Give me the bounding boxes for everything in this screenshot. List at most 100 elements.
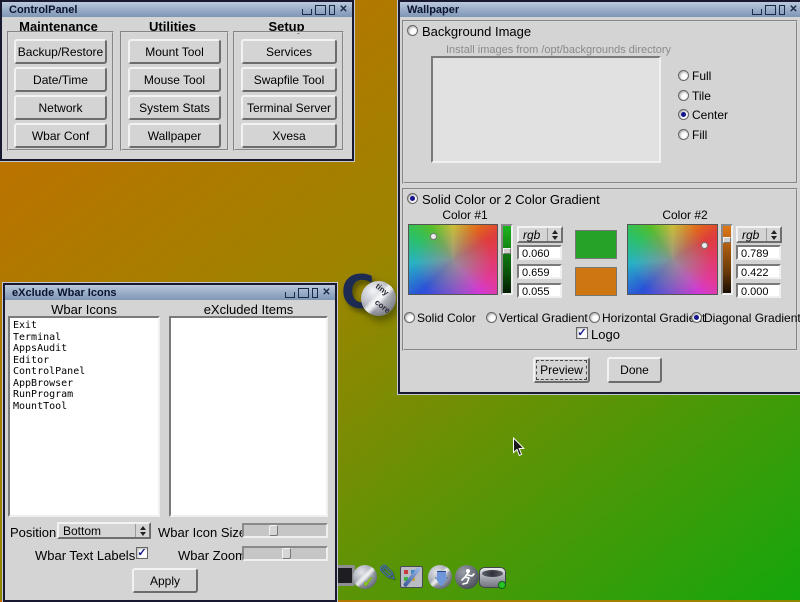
color1-marker[interactable] (430, 233, 437, 240)
color1-b-field[interactable]: 0.055 (517, 283, 562, 298)
dock-icon-appbrowser[interactable] (428, 565, 454, 593)
mode-tile-label: Tile (692, 89, 711, 103)
mouse-cursor (512, 437, 525, 457)
install-hint: Install images from /opt/backgrounds dir… (446, 44, 671, 56)
mount-tool-button[interactable]: Mount Tool (128, 39, 221, 64)
horizontal-gradient-radio[interactable] (589, 312, 600, 323)
list-item[interactable]: Terminal (13, 332, 158, 344)
position-label: Position (10, 525, 56, 540)
wbar-text-labels-checkbox[interactable] (136, 547, 148, 559)
list-item[interactable]: AppsAudit (13, 343, 158, 355)
close-icon[interactable]: ✕ (321, 287, 332, 298)
tinycore-logo-ball: tiny core (361, 281, 396, 316)
excluded-items-header: eXcluded Items (169, 302, 328, 317)
background-image-label: Background Image (422, 24, 531, 39)
exclude-titlebar[interactable]: eXclude Wbar Icons ✕ (5, 285, 335, 300)
network-button[interactable]: Network (14, 95, 107, 120)
services-button[interactable]: Services (241, 39, 337, 64)
maximize-icon[interactable] (315, 5, 326, 15)
color2-marker[interactable] (701, 242, 708, 249)
wbar-icon-size-slider[interactable] (242, 523, 328, 538)
wallpaper-titlebar[interactable]: Wallpaper ✕ (400, 2, 800, 17)
apply-button[interactable]: Apply (132, 568, 198, 593)
mode-tile-radio[interactable] (678, 90, 689, 101)
updown-arrows-icon (547, 228, 561, 241)
logo-checkbox[interactable] (576, 327, 588, 339)
color1-hue-map[interactable] (408, 224, 498, 295)
excluded-items-list[interactable] (169, 316, 328, 517)
background-image-radio[interactable] (407, 25, 418, 36)
solid-color-label: Solid Color (417, 311, 476, 325)
wbar-text-labels-label: Wbar Text Labels (35, 548, 135, 563)
icon-size-knob[interactable] (269, 525, 278, 536)
color1-format-choice[interactable]: rgb (517, 226, 563, 243)
color1-r-field[interactable]: 0.060 (517, 245, 562, 260)
shade-icon[interactable] (329, 5, 335, 15)
date-time-button[interactable]: Date/Time (14, 67, 107, 92)
color2-swatch (575, 267, 617, 296)
dock-icon-mounttool[interactable] (479, 567, 505, 595)
mode-full-radio[interactable] (678, 70, 689, 81)
dock-icon-controlpanel[interactable] (400, 566, 426, 594)
wallpaper-button[interactable]: Wallpaper (128, 123, 221, 148)
wbar-icons-header: Wbar Icons (8, 302, 160, 317)
window-title: ControlPanel (9, 4, 77, 16)
window-wallpaper: Wallpaper ✕ Background Image Install ima… (398, 0, 800, 394)
color2-value-slider[interactable] (721, 224, 733, 295)
color1-g-field[interactable]: 0.659 (517, 264, 562, 279)
maximize-icon[interactable] (765, 5, 776, 15)
background-image-list[interactable] (431, 56, 661, 163)
color2-hue-map[interactable] (627, 224, 718, 295)
list-item[interactable]: ControlPanel (13, 366, 158, 378)
wbar-icons-list[interactable]: Exit Terminal AppsAudit Editor ControlPa… (8, 316, 160, 517)
mount-led-icon (498, 581, 506, 589)
mode-center-radio[interactable] (678, 109, 689, 120)
wbar-zoom-label: Wbar Zoom (178, 548, 246, 563)
minimize-icon[interactable] (285, 292, 295, 298)
close-icon[interactable]: ✕ (338, 4, 349, 15)
list-item[interactable]: MountTool (13, 401, 158, 413)
terminal-server-button[interactable]: Terminal Server (241, 95, 337, 120)
diagonal-gradient-radio[interactable] (691, 312, 702, 323)
position-dropdown[interactable]: Bottom (57, 522, 151, 539)
list-item[interactable]: Exit (13, 320, 158, 332)
color2-b-field[interactable]: 0.000 (736, 283, 781, 298)
xvesa-button[interactable]: Xvesa (241, 123, 337, 148)
list-item[interactable]: AppBrowser (13, 378, 158, 390)
color1-value-slider[interactable] (501, 224, 513, 295)
color1-label: Color #1 (420, 208, 510, 222)
color2-label: Color #2 (640, 208, 730, 222)
close-icon[interactable]: ✕ (788, 4, 799, 15)
done-button[interactable]: Done (607, 357, 662, 383)
solid-color-radio[interactable] (404, 312, 415, 323)
color2-g-field[interactable]: 0.422 (736, 264, 781, 279)
shade-icon[interactable] (779, 5, 785, 15)
backup-restore-button[interactable]: Backup/Restore (14, 39, 107, 64)
color2-format-value: rgb (742, 228, 759, 242)
solid-gradient-radio[interactable] (407, 193, 418, 204)
dock-icon-runprogram[interactable] (455, 565, 481, 593)
wbar-conf-button[interactable]: Wbar Conf (14, 123, 107, 148)
minimize-icon[interactable] (302, 9, 312, 15)
shade-icon[interactable] (312, 288, 318, 298)
swapfile-tool-button[interactable]: Swapfile Tool (241, 67, 337, 92)
color2-r-field[interactable]: 0.789 (736, 245, 781, 260)
color2-slider-knob[interactable] (723, 237, 731, 243)
mode-fill-label: Fill (692, 128, 707, 142)
mode-fill-radio[interactable] (678, 129, 689, 140)
minimize-icon[interactable] (752, 9, 762, 15)
mouse-tool-button[interactable]: Mouse Tool (128, 67, 221, 92)
dock-icon-appsaudit[interactable]: ✓ (353, 565, 379, 593)
preview-button[interactable]: Preview (533, 357, 590, 383)
list-item[interactable]: Editor (13, 355, 158, 367)
desktop[interactable]: { "desktop": { "gradient_top_left": "#C9… (0, 0, 800, 600)
vertical-gradient-radio[interactable] (486, 312, 497, 323)
control-panel-titlebar[interactable]: ControlPanel ✕ (2, 2, 352, 17)
color2-format-choice[interactable]: rgb (736, 226, 782, 243)
color1-slider-knob[interactable] (503, 248, 511, 254)
list-item[interactable]: RunProgram (13, 389, 158, 401)
wbar-zoom-slider[interactable] (242, 546, 328, 561)
zoom-knob[interactable] (282, 548, 291, 559)
system-stats-button[interactable]: System Stats (128, 95, 221, 120)
maximize-icon[interactable] (298, 288, 309, 298)
